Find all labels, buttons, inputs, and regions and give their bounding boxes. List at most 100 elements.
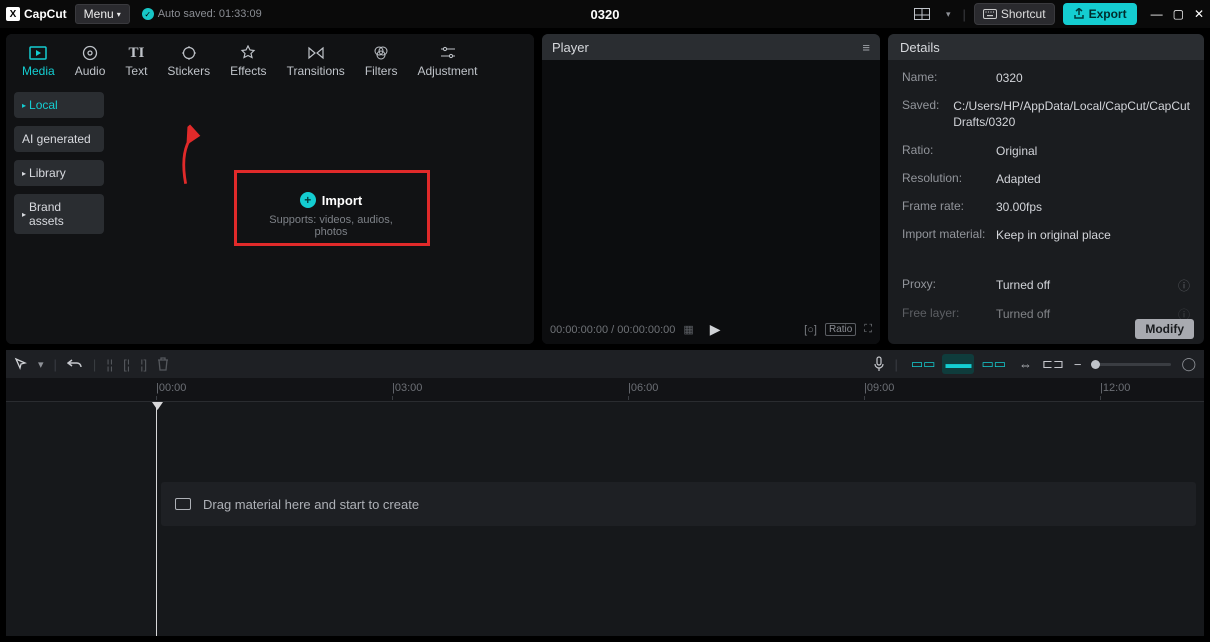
player-panel: Player ≡ 00:00:00:00 / 00:00:00:00 ▦ ▶ [… <box>542 34 880 344</box>
tab-stickers[interactable]: Stickers <box>157 40 220 84</box>
keyboard-icon <box>983 9 997 19</box>
detail-label-framerate: Frame rate: <box>902 199 996 215</box>
playhead[interactable] <box>156 404 157 636</box>
timeline-drop-zone[interactable]: Drag material here and start to create <box>161 482 1196 526</box>
chevron-down-icon: ▾ <box>117 10 121 19</box>
app-name: CapCut <box>24 7 67 21</box>
tab-transitions[interactable]: Transitions <box>277 40 355 84</box>
detail-label-ratio: Ratio: <box>902 143 996 159</box>
menu-button[interactable]: Menu ▾ <box>75 4 130 24</box>
modify-button[interactable]: Modify <box>1135 319 1194 339</box>
chevron-down-icon[interactable]: ▾ <box>38 358 44 371</box>
detail-label-saved: Saved: <box>902 98 953 130</box>
zoom-slider[interactable] <box>1091 363 1171 366</box>
check-icon: ✓ <box>142 8 154 20</box>
player-title: Player <box>552 40 589 55</box>
sidebar-item-ai-generated[interactable]: AI generated <box>14 126 104 152</box>
annotation-arrow-icon <box>148 124 227 203</box>
cursor-tool-icon[interactable] <box>14 357 28 371</box>
detail-value-framerate: 30.00fps <box>996 199 1190 215</box>
detail-value-resolution: Adapted <box>996 171 1190 187</box>
media-sidebar: ▸Local AI generated ▸Library ▸Brand asse… <box>6 84 112 344</box>
detail-value-proxy: Turned off <box>996 277 1178 294</box>
timeline-tracks[interactable]: Drag material here and start to create <box>6 402 1204 636</box>
details-panel: Details Name:0320 Saved:C:/Users/HP/AppD… <box>888 34 1204 344</box>
minimize-button[interactable]: — <box>1151 7 1163 21</box>
maximize-button[interactable]: ▢ <box>1173 7 1184 21</box>
autosave-status: ✓ Auto saved: 01:33:09 <box>142 8 262 20</box>
shortcut-button[interactable]: Shortcut <box>974 3 1055 25</box>
effects-icon <box>240 44 256 62</box>
import-area[interactable]: +Import Supports: videos, audios, photos <box>112 84 534 344</box>
tab-text[interactable]: TI Text <box>115 40 157 84</box>
snap-icon[interactable]: ⊏⊐ <box>1042 356 1064 372</box>
clip-placeholder-icon <box>175 498 191 510</box>
play-button[interactable]: ▶ <box>710 321 721 338</box>
export-button[interactable]: Export <box>1063 3 1137 25</box>
sidebar-item-brand-assets[interactable]: ▸Brand assets <box>14 194 104 234</box>
sidebar-item-local[interactable]: ▸Local <box>14 92 104 118</box>
detail-value-name: 0320 <box>996 70 1190 86</box>
ruler-tick: |00:00 <box>156 382 186 394</box>
tab-audio[interactable]: Audio <box>65 40 116 84</box>
trim-right-icon[interactable]: ¦] <box>140 357 147 372</box>
close-button[interactable]: ✕ <box>1194 7 1204 21</box>
capcut-logo-icon: X <box>6 7 20 21</box>
zoom-fit-icon[interactable]: ◯ <box>1181 356 1196 372</box>
layout-icon[interactable] <box>910 6 934 22</box>
import-subtext: Supports: videos, audios, photos <box>257 214 405 238</box>
tab-effects[interactable]: Effects <box>220 40 276 84</box>
project-title: 0320 <box>591 7 620 22</box>
fullscreen-icon[interactable]: ⛶ <box>864 323 872 336</box>
detail-label-resolution: Resolution: <box>902 171 996 187</box>
timeline-panel: ▾ | | ¦¦ [¦ ¦] | ▭▭ ▬▬ ▭▭ ⇔ ⊏⊐ − ◯ |00:0… <box>6 350 1204 636</box>
detail-label-name: Name: <box>902 70 996 86</box>
tab-media[interactable]: Media <box>12 40 65 84</box>
ruler-tick: |03:00 <box>392 382 422 394</box>
caret-icon: ▸ <box>22 210 26 219</box>
align-icon[interactable]: ⇔ <box>1019 357 1032 372</box>
app-logo: X CapCut <box>6 7 67 21</box>
ruler-tick: |09:00 <box>864 382 894 394</box>
adjustment-icon <box>440 44 456 62</box>
tab-filters[interactable]: Filters <box>355 40 408 84</box>
ratio-button[interactable]: Ratio <box>825 323 856 336</box>
player-menu-icon[interactable]: ≡ <box>862 40 870 55</box>
grid-icon[interactable]: ▦ <box>683 323 693 336</box>
drop-hint: Drag material here and start to create <box>203 497 419 512</box>
track-view-3[interactable]: ▭▭ <box>978 354 1009 374</box>
ruler-tick: |06:00 <box>628 382 658 394</box>
audio-icon <box>82 44 98 62</box>
track-view-2[interactable]: ▬▬ <box>942 354 974 374</box>
ruler-tick: |12:00 <box>1100 382 1130 394</box>
detail-label-proxy: Proxy: <box>902 277 996 294</box>
track-view-1[interactable]: ▭▭ <box>908 354 939 374</box>
import-button[interactable]: +Import Supports: videos, audios, photos <box>247 178 415 252</box>
delete-icon[interactable] <box>157 357 169 371</box>
media-panel: Media Audio TI Text Stickers Effects Tra… <box>6 34 534 344</box>
plus-icon: + <box>300 192 316 208</box>
timeline-toolbar: ▾ | | ¦¦ [¦ ¦] | ▭▭ ▬▬ ▭▭ ⇔ ⊏⊐ − ◯ <box>6 350 1204 378</box>
zoom-out-icon[interactable]: − <box>1074 357 1082 372</box>
info-icon[interactable]: ⓘ <box>1178 277 1190 294</box>
undo-button[interactable] <box>67 358 83 370</box>
split-tool-icon[interactable]: ¦¦ <box>106 357 113 372</box>
track-toggle-group: ▭▭ ▬▬ ▭▭ <box>908 354 1009 374</box>
sidebar-item-library[interactable]: ▸Library <box>14 160 104 186</box>
details-title: Details <box>900 40 940 55</box>
text-icon: TI <box>128 44 144 62</box>
caret-icon: ▸ <box>22 169 26 178</box>
trim-left-icon[interactable]: [¦ <box>123 357 130 372</box>
chevron-down-small-icon[interactable]: ▾ <box>942 7 955 22</box>
player-time: 00:00:00:00 / 00:00:00:00 <box>550 324 675 336</box>
scale-icon[interactable]: [○] <box>804 324 817 336</box>
player-viewport[interactable]: 00:00:00:00 / 00:00:00:00 ▦ ▶ [○] Ratio … <box>542 60 880 344</box>
detail-value-import-material: Keep in original place <box>996 227 1190 243</box>
caret-icon: ▸ <box>22 101 26 110</box>
title-bar: X CapCut Menu ▾ ✓ Auto saved: 01:33:09 0… <box>0 0 1210 28</box>
detail-label-freelayer: Free layer: <box>902 306 996 323</box>
tab-adjustment[interactable]: Adjustment <box>407 40 487 84</box>
mic-icon[interactable] <box>873 356 885 372</box>
timeline-ruler[interactable]: |00:00 |03:00 |06:00 |09:00 |12:00 <box>6 378 1204 402</box>
media-icon <box>29 44 47 62</box>
